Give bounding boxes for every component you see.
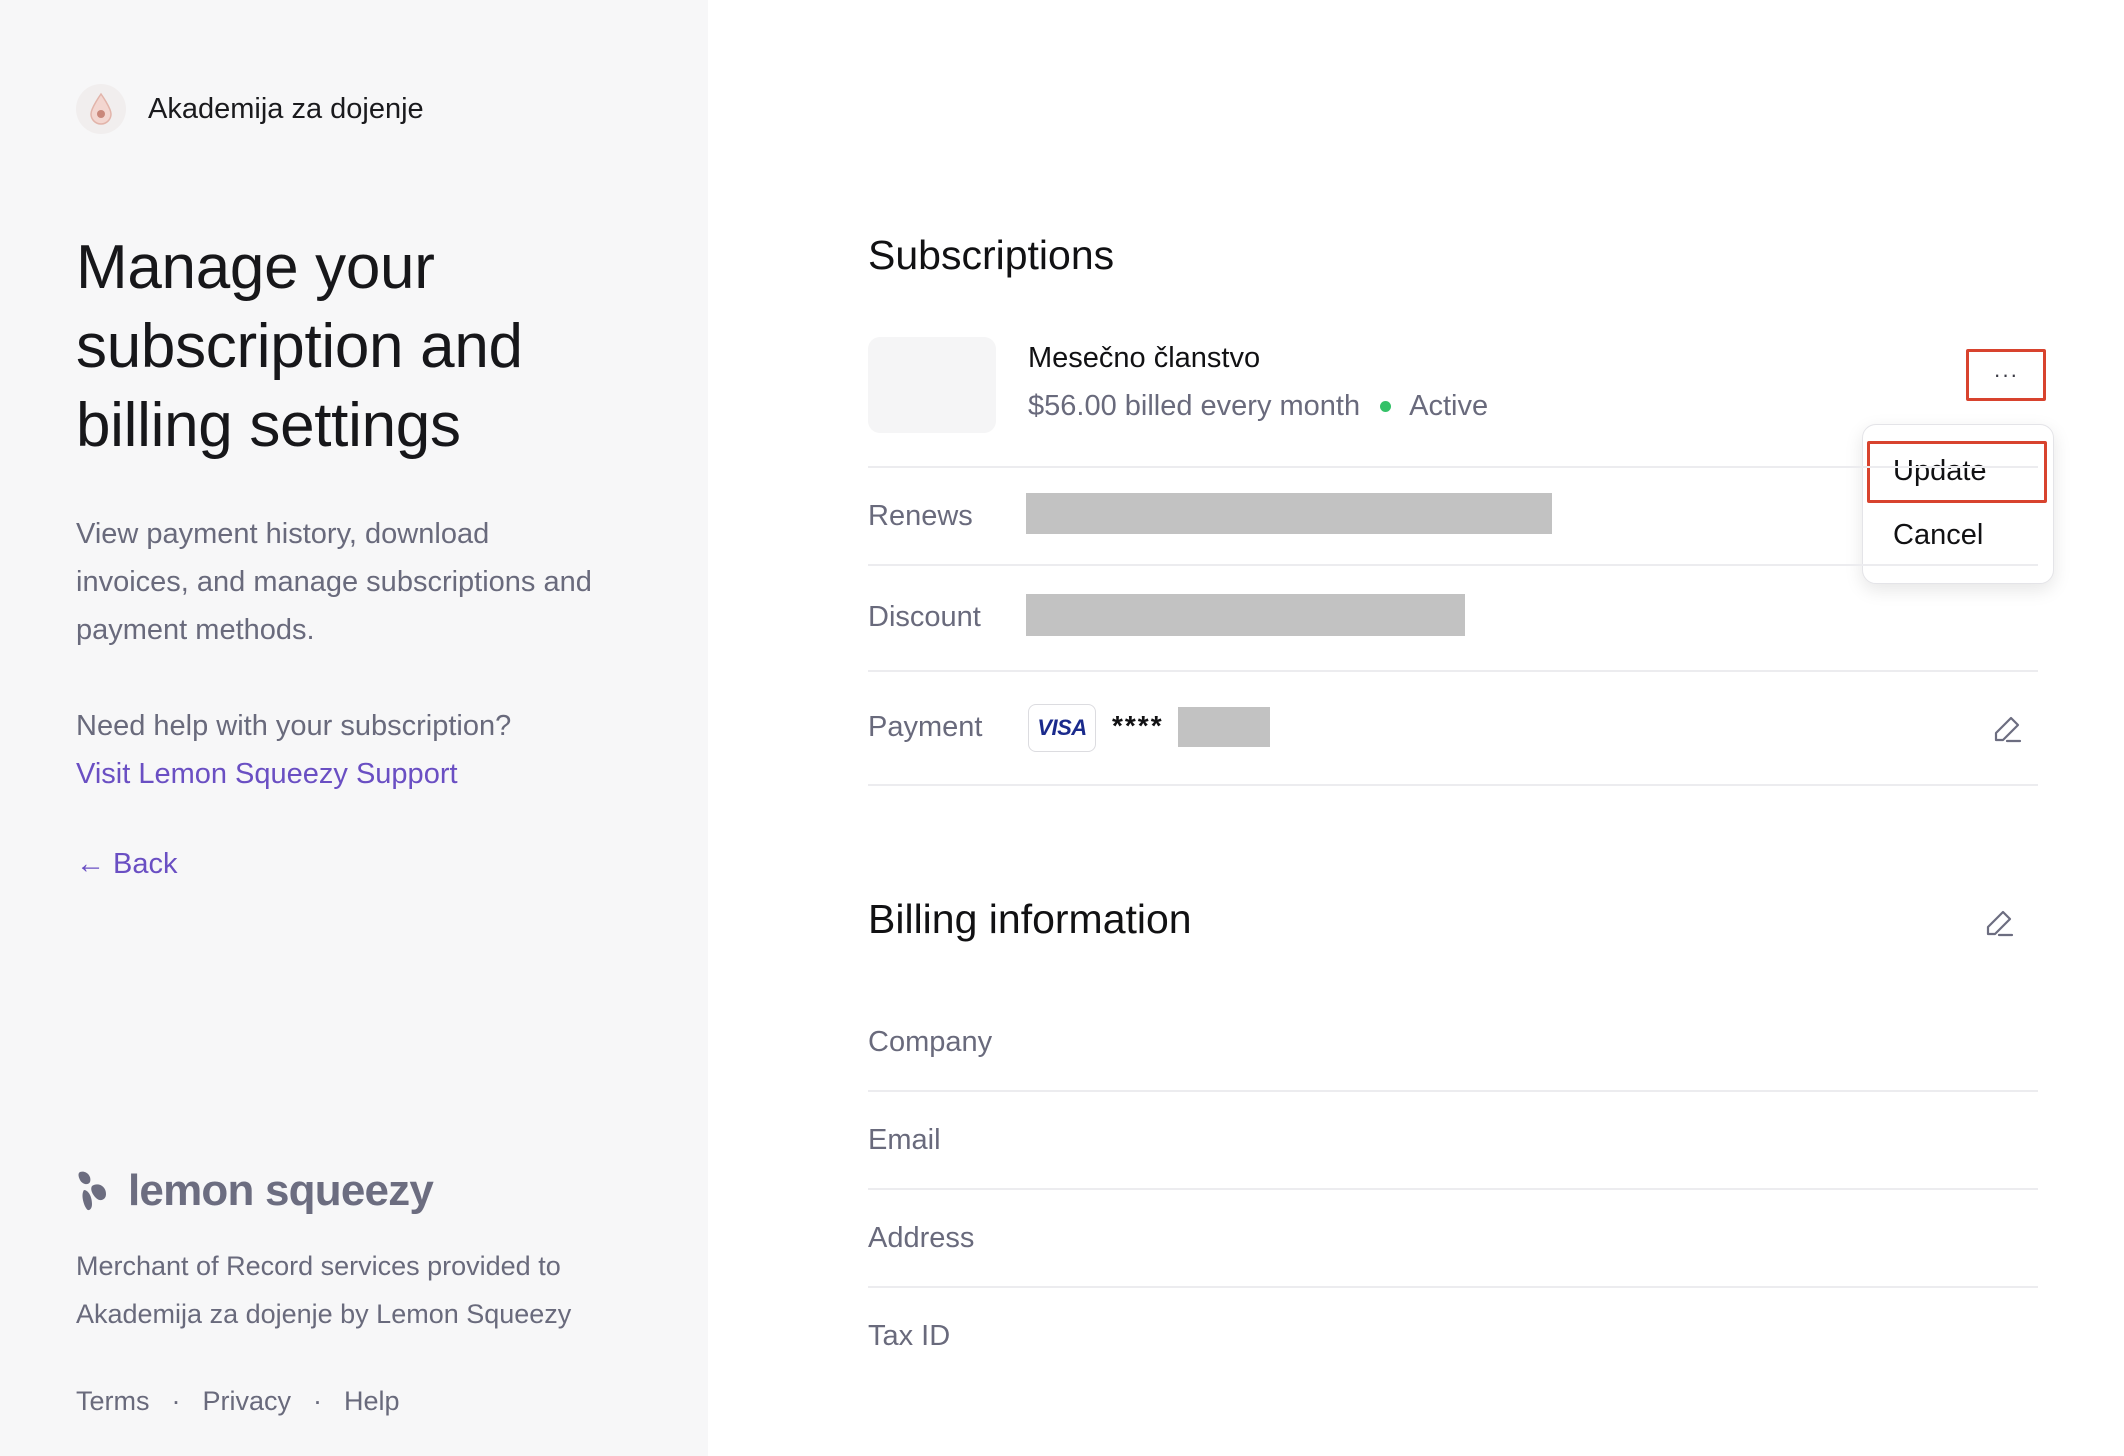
edit-payment-button[interactable] xyxy=(1987,709,2027,749)
merchant-text: Merchant of Record services provided to … xyxy=(76,1251,572,1329)
arrow-left-icon: ← xyxy=(76,848,105,880)
brand[interactable]: Akademija za dojenje xyxy=(76,84,424,134)
menu-item-cancel[interactable]: Cancel xyxy=(1893,519,1983,552)
terms-link[interactable]: Terms xyxy=(76,1386,150,1417)
divider xyxy=(868,1286,2038,1288)
pencil-icon xyxy=(1986,910,2014,937)
card-last4-redacted xyxy=(1178,707,1270,747)
divider xyxy=(868,670,2038,672)
subscription-meta: $56.00 billed every month Active xyxy=(1028,390,1488,423)
divider xyxy=(868,466,2038,468)
divider xyxy=(868,564,2038,566)
lemon-squeezy-logo: lemon squeezy xyxy=(76,1166,434,1216)
back-link[interactable]: ← Back xyxy=(76,848,177,881)
more-options-button[interactable]: ··· xyxy=(1966,349,2046,401)
footer-links: Terms · Privacy · Help xyxy=(76,1386,400,1417)
discount-label: Discount xyxy=(868,601,981,633)
back-label: Back xyxy=(113,848,178,880)
email-label: Email xyxy=(868,1124,941,1156)
tax-id-label: Tax ID xyxy=(868,1320,951,1352)
billing-title: Billing information xyxy=(868,896,1192,942)
left-panel: Akademija za dojenje Manage your subscri… xyxy=(0,0,708,1456)
address-label: Address xyxy=(868,1222,975,1254)
company-label: Company xyxy=(868,1026,993,1058)
divider xyxy=(868,784,2038,786)
discount-value-redacted xyxy=(1026,594,1465,636)
footer-separator: · xyxy=(171,1386,181,1416)
divider xyxy=(868,1188,2038,1190)
product-thumbnail xyxy=(868,337,996,433)
payment-label: Payment xyxy=(868,711,983,743)
menu-item-update[interactable]: Update xyxy=(1893,455,1987,488)
page-title: Manage your subscription and billing set… xyxy=(76,233,523,460)
edit-billing-button[interactable] xyxy=(1979,903,2019,943)
subscription-name: Mesečno članstvo xyxy=(1028,342,1261,374)
divider xyxy=(868,1090,2038,1092)
intro-text: View payment history, download invoices,… xyxy=(76,518,592,646)
support-link[interactable]: Visit Lemon Squeezy Support xyxy=(76,758,458,790)
footer-separator: · xyxy=(313,1386,323,1416)
help-block: Need help with your subscription? Visit … xyxy=(76,702,511,798)
renews-label: Renews xyxy=(868,500,973,532)
brand-name: Akademija za dojenje xyxy=(148,92,424,125)
help-link[interactable]: Help xyxy=(344,1386,400,1417)
lemon-squeezy-icon xyxy=(78,1171,106,1211)
status-dot-icon xyxy=(1380,401,1392,412)
renews-value-redacted xyxy=(1026,493,1552,534)
pencil-icon xyxy=(1994,716,2022,743)
subscription-price: $56.00 billed every month xyxy=(1028,390,1361,422)
card-number-masked: **** xyxy=(1112,710,1164,741)
help-question: Need help with your subscription? xyxy=(76,710,512,742)
subscription-menu: Update Cancel xyxy=(1862,424,2054,584)
visa-card-icon: VISA xyxy=(1028,704,1096,752)
drop-logo-icon xyxy=(76,84,126,134)
subscriptions-title: Subscriptions xyxy=(868,232,1115,278)
privacy-link[interactable]: Privacy xyxy=(203,1386,292,1417)
lemon-squeezy-wordmark: lemon squeezy xyxy=(128,1166,434,1215)
status-badge: Active xyxy=(1409,390,1489,422)
